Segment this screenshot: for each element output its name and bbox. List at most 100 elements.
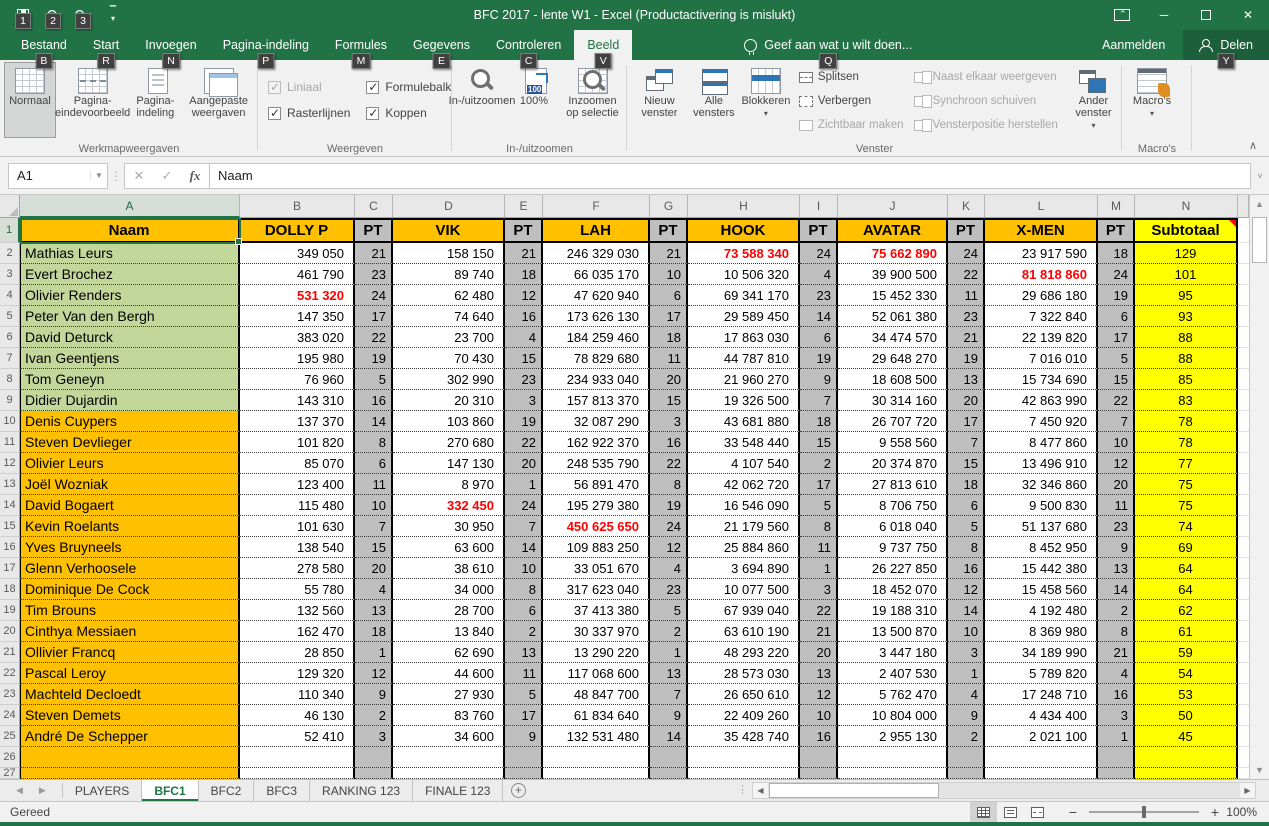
cell-subtotal-4[interactable]: 95 bbox=[1135, 285, 1238, 306]
cell-subtotal-15[interactable]: 74 bbox=[1135, 516, 1238, 537]
macros-button[interactable]: Macro's▾ bbox=[1126, 62, 1178, 138]
grid-cell[interactable]: 9 558 560 bbox=[838, 432, 948, 453]
page-break-view-button[interactable] bbox=[1024, 802, 1051, 822]
grid-cell[interactable]: 383 020 bbox=[240, 327, 355, 348]
checkbox-koppen[interactable]: Koppen bbox=[366, 100, 451, 126]
cell-name-5[interactable]: Peter Van den Bergh bbox=[20, 306, 240, 327]
grid-cell[interactable]: 20 310 bbox=[393, 390, 505, 411]
expand-formula-bar-icon[interactable]: ˅ bbox=[1251, 171, 1269, 181]
zoom-slider-handle[interactable] bbox=[1142, 806, 1146, 818]
column-header-I[interactable]: I bbox=[800, 195, 838, 218]
grid-cell[interactable] bbox=[1238, 306, 1249, 327]
select-all-corner[interactable] bbox=[0, 195, 20, 218]
custom-views-button[interactable]: Aangepaste weergaven bbox=[181, 62, 256, 138]
grid-cell[interactable] bbox=[1238, 243, 1249, 264]
sheet-prev-icon[interactable]: ◀ bbox=[16, 785, 23, 796]
grid-cell[interactable]: 42 863 990 bbox=[985, 390, 1098, 411]
grid-cell[interactable]: 3 bbox=[650, 411, 688, 432]
grid-cell[interactable] bbox=[1238, 495, 1249, 516]
row-number-9[interactable]: 9 bbox=[0, 390, 20, 411]
cell-name-6[interactable]: David Deturck bbox=[20, 327, 240, 348]
grid-cell[interactable]: 246 329 030 bbox=[543, 243, 650, 264]
grid-cell[interactable]: 16 bbox=[800, 726, 838, 747]
grid-cell[interactable]: 5 bbox=[355, 369, 393, 390]
grid-cell[interactable]: 12 bbox=[948, 579, 985, 600]
grid-cell[interactable]: 30 314 160 bbox=[838, 390, 948, 411]
row-number-1[interactable]: 1 bbox=[0, 218, 20, 243]
grid-cell[interactable]: 22 bbox=[800, 600, 838, 621]
sheet-tab-players[interactable]: PLAYERS bbox=[63, 780, 142, 801]
grid-cell[interactable] bbox=[543, 747, 650, 768]
undo-button[interactable]: ↶▾ 2 bbox=[38, 0, 68, 30]
freeze-panes-button[interactable]: Blokkeren▾ bbox=[740, 62, 792, 138]
row-number-10[interactable]: 10 bbox=[0, 411, 20, 432]
cell-subtotal-25[interactable]: 45 bbox=[1135, 726, 1238, 747]
insert-function-icon[interactable]: fx bbox=[181, 164, 209, 188]
header-cell-subtotaal[interactable]: Subtotaal bbox=[1135, 218, 1238, 243]
grid-cell[interactable] bbox=[1238, 621, 1249, 642]
grid-cell[interactable]: 7 016 010 bbox=[985, 348, 1098, 369]
zoom-button[interactable]: In-/uitzoomen bbox=[456, 62, 508, 138]
grid-cell[interactable]: 2 bbox=[948, 726, 985, 747]
normal-view-button[interactable] bbox=[970, 802, 997, 822]
grid-cell[interactable] bbox=[800, 747, 838, 768]
cell-subtotal-21[interactable]: 59 bbox=[1135, 642, 1238, 663]
grid-cell[interactable]: 10 077 500 bbox=[688, 579, 800, 600]
grid-cell[interactable] bbox=[838, 747, 948, 768]
grid-cell[interactable]: 19 bbox=[650, 495, 688, 516]
grid-cell[interactable]: 7 bbox=[948, 432, 985, 453]
save-button[interactable]: 1 bbox=[8, 0, 38, 30]
cell-subtotal-5[interactable]: 93 bbox=[1135, 306, 1238, 327]
grid-cell[interactable]: 10 bbox=[800, 705, 838, 726]
cell-name-15[interactable]: Kevin Roelants bbox=[20, 516, 240, 537]
grid-cell[interactable]: 4 bbox=[355, 579, 393, 600]
grid-cell[interactable]: 62 690 bbox=[393, 642, 505, 663]
grid-cell[interactable]: 46 130 bbox=[240, 705, 355, 726]
grid-cell[interactable]: 32 346 860 bbox=[985, 474, 1098, 495]
grid-cell[interactable]: 13 bbox=[948, 369, 985, 390]
grid-cell[interactable]: 16 bbox=[1098, 684, 1135, 705]
grid-cell[interactable]: 16 bbox=[505, 306, 543, 327]
checkbox-liniaal[interactable]: Liniaal bbox=[268, 74, 350, 100]
zoom-100-button[interactable]: 100% bbox=[508, 62, 560, 138]
grid-cell[interactable]: 18 bbox=[1098, 243, 1135, 264]
cell-name-18[interactable]: Dominique De Cock bbox=[20, 579, 240, 600]
grid-cell[interactable]: 9 bbox=[948, 705, 985, 726]
formula-input[interactable]: Naam bbox=[210, 163, 1251, 189]
grid-cell[interactable]: 14 bbox=[505, 537, 543, 558]
grid-cell[interactable] bbox=[688, 747, 800, 768]
grid-cell[interactable]: 20 bbox=[800, 642, 838, 663]
grid-cell[interactable]: 9 bbox=[650, 705, 688, 726]
grid-cell[interactable] bbox=[1238, 285, 1249, 306]
grid-cell[interactable] bbox=[1238, 369, 1249, 390]
checkbox-formulebalk[interactable]: Formulebalk bbox=[366, 74, 451, 100]
scroll-left-icon[interactable]: ◀ bbox=[753, 783, 768, 798]
ribbon-tab-invoegen[interactable]: InvoegenN bbox=[132, 30, 209, 60]
cell-subtotal-20[interactable]: 61 bbox=[1135, 621, 1238, 642]
grid-cell[interactable]: 28 573 030 bbox=[688, 663, 800, 684]
grid-cell[interactable]: 7 322 840 bbox=[985, 306, 1098, 327]
grid-cell[interactable]: 56 891 470 bbox=[543, 474, 650, 495]
grid-cell[interactable] bbox=[948, 747, 985, 768]
grid-cell[interactable]: 302 990 bbox=[393, 369, 505, 390]
grid-cell[interactable]: 12 bbox=[650, 537, 688, 558]
cell-subtotal-26[interactable] bbox=[1135, 747, 1238, 768]
grid-cell[interactable]: 9 bbox=[355, 684, 393, 705]
grid-cell[interactable] bbox=[1238, 747, 1249, 768]
grid-cell[interactable] bbox=[1238, 768, 1249, 779]
zoom-slider[interactable] bbox=[1089, 811, 1199, 813]
view-side-by-side-button[interactable]: Naast elkaar weergeven bbox=[909, 65, 1063, 89]
grid-cell[interactable]: 10 bbox=[505, 558, 543, 579]
grid-cell[interactable]: 450 625 650 bbox=[543, 516, 650, 537]
grid-cell[interactable]: 44 787 810 bbox=[688, 348, 800, 369]
grid-cell[interactable]: 115 480 bbox=[240, 495, 355, 516]
row-number-16[interactable]: 16 bbox=[0, 537, 20, 558]
grid-cell[interactable]: 9 737 750 bbox=[838, 537, 948, 558]
cell-name-23[interactable]: Machteld Decloedt bbox=[20, 684, 240, 705]
grid-cell[interactable] bbox=[1238, 390, 1249, 411]
header-cell-pt[interactable]: PT bbox=[355, 218, 393, 243]
grid-cell[interactable]: 103 860 bbox=[393, 411, 505, 432]
column-header-F[interactable]: F bbox=[543, 195, 650, 218]
grid-cell[interactable]: 2 955 130 bbox=[838, 726, 948, 747]
grid-cell[interactable]: 15 452 330 bbox=[838, 285, 948, 306]
